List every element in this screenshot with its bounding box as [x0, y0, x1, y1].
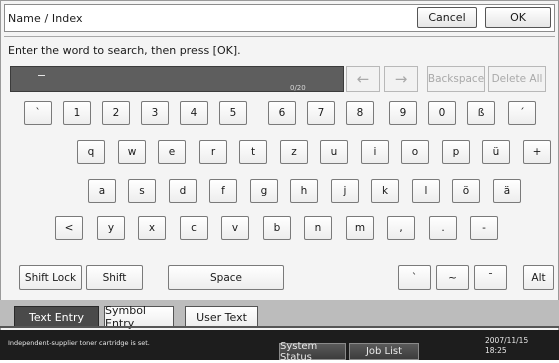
key-n[interactable]: n — [304, 216, 332, 240]
key-d[interactable]: d — [169, 179, 197, 203]
text-cursor — [38, 75, 45, 76]
page-title: Name / Index — [8, 12, 83, 25]
key-z[interactable]: z — [280, 140, 308, 164]
key-a[interactable]: a — [88, 179, 116, 203]
key-acute[interactable]: ´ — [508, 101, 536, 125]
tab-symbol-entry[interactable]: Symbol Entry — [104, 304, 174, 330]
key-l[interactable]: l — [412, 179, 440, 203]
key-8[interactable]: 8 — [346, 101, 374, 125]
key-3[interactable]: 3 — [141, 101, 169, 125]
key-backtick[interactable]: ` — [24, 101, 52, 125]
key-a-umlaut[interactable]: ä — [493, 179, 521, 203]
key-period[interactable]: . — [429, 216, 457, 240]
date-time: 2007/11/15 18:25 — [485, 336, 528, 356]
key-o[interactable]: o — [401, 140, 429, 164]
key-1[interactable]: 1 — [63, 101, 91, 125]
key-5[interactable]: 5 — [219, 101, 247, 125]
key-b[interactable]: b — [263, 216, 291, 240]
key-j[interactable]: j — [331, 179, 359, 203]
key-tilde[interactable]: ~ — [436, 265, 469, 290]
status-message: Independent-supplier toner cartridge is … — [8, 339, 150, 347]
key-k[interactable]: k — [371, 179, 399, 203]
key-macron[interactable]: ¯ — [474, 265, 507, 290]
cursor-left-button[interactable]: ← — [346, 66, 380, 92]
key-o-umlaut[interactable]: ö — [452, 179, 480, 203]
key-4[interactable]: 4 — [180, 101, 208, 125]
key-minus[interactable]: - — [470, 216, 498, 240]
date-text: 2007/11/15 — [485, 336, 529, 345]
shift-button[interactable]: Shift — [86, 265, 143, 290]
key-i[interactable]: i — [361, 140, 389, 164]
key-f[interactable]: f — [209, 179, 237, 203]
key-9[interactable]: 9 — [389, 101, 417, 125]
shift-lock-button[interactable]: Shift Lock — [19, 265, 82, 290]
time-text: 18:25 — [485, 346, 507, 355]
key-m[interactable]: m — [346, 216, 374, 240]
alt-button[interactable]: Alt — [523, 265, 554, 290]
cursor-right-button[interactable]: → — [384, 66, 418, 92]
key-comma[interactable]: , — [387, 216, 415, 240]
key-v[interactable]: v — [221, 216, 249, 240]
space-button[interactable]: Space — [168, 265, 284, 290]
ok-button[interactable]: OK — [485, 7, 551, 28]
key-eszett[interactable]: ß — [467, 101, 495, 125]
key-y[interactable]: y — [97, 216, 125, 240]
key-p[interactable]: p — [442, 140, 470, 164]
key-plus[interactable]: + — [523, 140, 551, 164]
key-0[interactable]: 0 — [428, 101, 456, 125]
key-r[interactable]: r — [199, 140, 227, 164]
key-grave-accent[interactable]: ` — [398, 265, 431, 290]
backspace-button[interactable]: Backspace — [427, 66, 485, 92]
key-6[interactable]: 6 — [268, 101, 296, 125]
instruction-text: Enter the word to search, then press [OK… — [8, 44, 241, 57]
key-w[interactable]: w — [118, 140, 146, 164]
delete-all-button[interactable]: Delete All — [488, 66, 546, 92]
key-u-umlaut[interactable]: ü — [482, 140, 510, 164]
key-e[interactable]: e — [158, 140, 186, 164]
tab-underline — [0, 326, 559, 328]
key-c[interactable]: c — [180, 216, 208, 240]
tab-user-text[interactable]: User Text — [185, 306, 258, 328]
key-g[interactable]: g — [250, 179, 278, 203]
cancel-button[interactable]: Cancel — [417, 7, 477, 28]
key-t[interactable]: t — [239, 140, 267, 164]
key-q[interactable]: q — [77, 140, 105, 164]
key-less-than[interactable]: < — [55, 216, 83, 240]
char-counter: 0/20 — [290, 84, 306, 92]
key-2[interactable]: 2 — [102, 101, 130, 125]
key-u[interactable]: u — [320, 140, 348, 164]
key-s[interactable]: s — [128, 179, 156, 203]
system-status-button[interactable]: System Status — [279, 341, 346, 363]
key-h[interactable]: h — [290, 179, 318, 203]
job-list-button[interactable]: Job List — [349, 343, 419, 360]
key-x[interactable]: x — [138, 216, 166, 240]
tab-text-entry[interactable]: Text Entry — [14, 306, 99, 328]
divider — [4, 36, 555, 37]
key-7[interactable]: 7 — [307, 101, 335, 125]
